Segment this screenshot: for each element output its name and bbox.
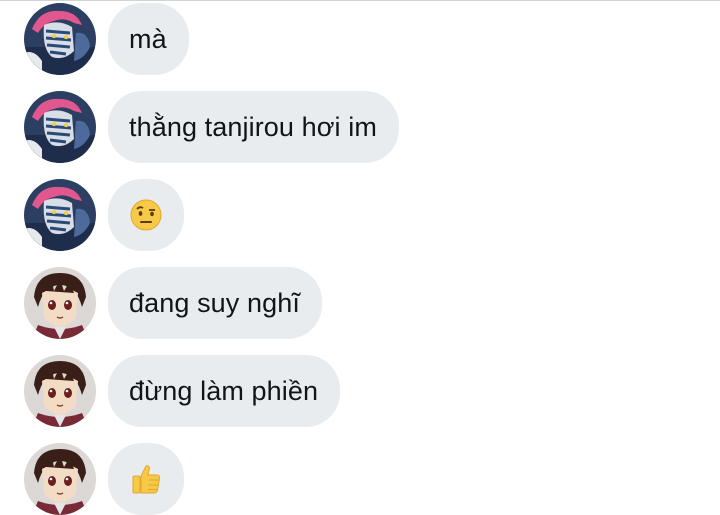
- message-bubble[interactable]: mà: [108, 3, 189, 75]
- message-row: mà: [0, 3, 720, 75]
- avatar-tanjiro[interactable]: [24, 355, 96, 427]
- avatar-pink-hair[interactable]: [24, 179, 96, 251]
- message-bubble[interactable]: thằng tanjirou hơi im: [108, 91, 399, 163]
- top-divider: [0, 0, 720, 1]
- message-bubble[interactable]: [108, 179, 184, 251]
- message-bubble[interactable]: đang suy nghĩ: [108, 267, 322, 339]
- message-row: đang suy nghĩ: [0, 267, 720, 339]
- message-text: đang suy nghĩ: [129, 287, 300, 318]
- message-text: thằng tanjirou hơi im: [129, 111, 377, 142]
- message-text: đừng làm phiền: [129, 375, 319, 406]
- avatar-pink-hair[interactable]: [24, 91, 96, 163]
- message-row: [0, 179, 720, 251]
- message-row: thằng tanjirou hơi im: [0, 91, 720, 163]
- message-bubble[interactable]: đừng làm phiền: [108, 355, 341, 427]
- thumbs-up-emoji-icon: [132, 465, 161, 494]
- raised-eyebrow-emoji-icon: [130, 199, 162, 231]
- avatar-tanjiro[interactable]: [24, 443, 96, 515]
- message-bubble[interactable]: [108, 443, 184, 515]
- message-text: mà: [129, 23, 167, 54]
- message-row: đừng làm phiền: [0, 355, 720, 427]
- avatar-tanjiro[interactable]: [24, 267, 96, 339]
- message-row: [0, 443, 720, 515]
- avatar-pink-hair[interactable]: [24, 3, 96, 75]
